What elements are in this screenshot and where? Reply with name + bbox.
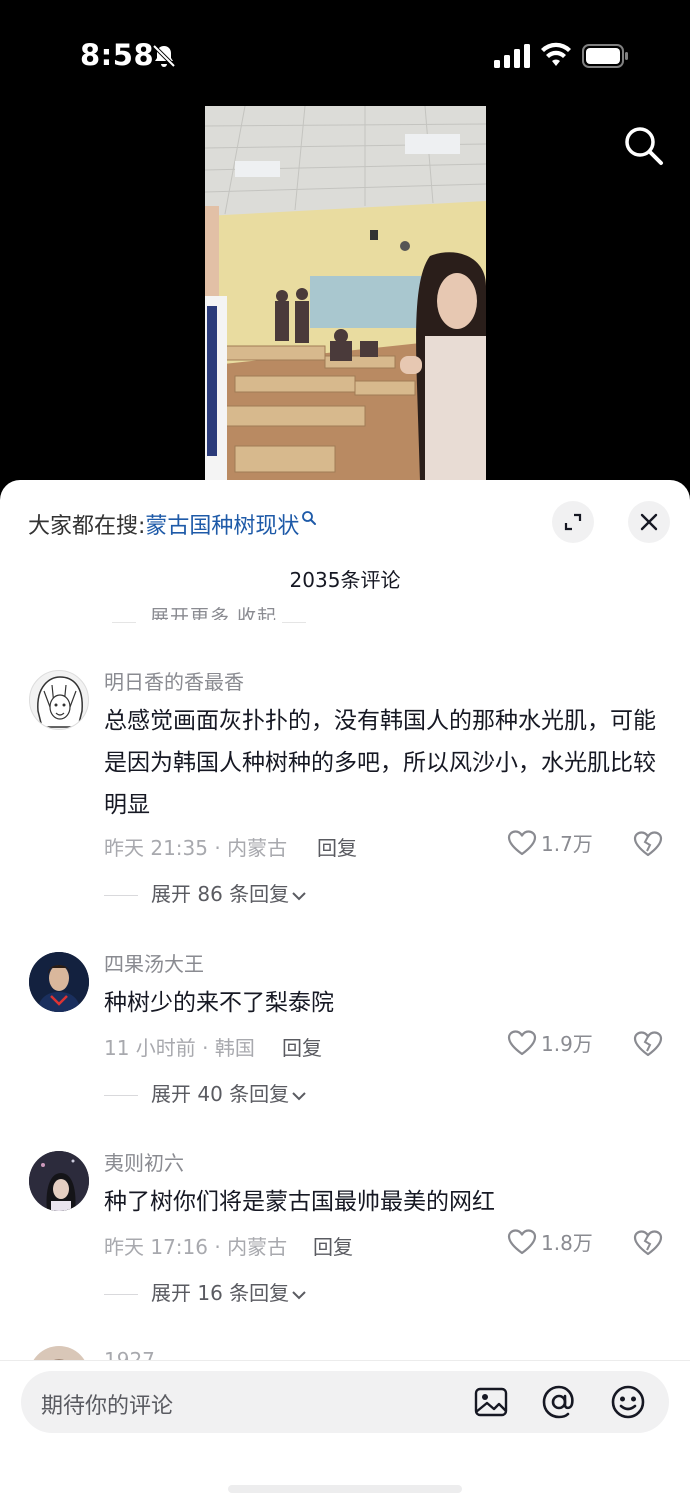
comment-username[interactable]: 明日香的香最香	[104, 666, 244, 695]
dislike-icon[interactable]	[633, 830, 663, 858]
reply-button[interactable]: 回复	[313, 1231, 353, 1260]
heart-icon	[507, 1228, 537, 1254]
reply-button[interactable]: 回复	[282, 1032, 322, 1061]
comment-meta: 昨天 21:35 · 内蒙古	[104, 836, 288, 860]
like-count: 1.8万	[541, 1231, 593, 1255]
wifi-icon	[541, 42, 571, 66]
chevron-down-icon	[292, 1091, 306, 1100]
hot-search-prefix: 大家都在搜:	[28, 514, 146, 539]
comment-text: 种了树你们将是蒙古国最帅最美的网红	[104, 1189, 495, 1215]
expand-replies-label: 展开 16 条回复	[151, 1281, 290, 1305]
comment-sheet: 大家都在搜:蒙古国种树现状 2035条评论 展开更多 收起 明日香的香最香 总感…	[0, 480, 690, 1500]
chevron-down-icon	[292, 1290, 306, 1299]
comment-meta: 11 小时前 · 韩国	[104, 1036, 255, 1060]
status-bar: 8:58	[0, 0, 690, 110]
comment-username[interactable]: 四果汤大王	[104, 948, 204, 977]
like-count: 1.7万	[541, 832, 593, 856]
status-time: 8:58	[80, 38, 155, 72]
divider	[104, 895, 138, 896]
heart-icon	[507, 1029, 537, 1055]
like-count: 1.9万	[541, 1032, 593, 1056]
expand-replies-button[interactable]: 展开 16 条回复	[104, 1277, 307, 1306]
search-small-icon	[302, 511, 317, 525]
comment-username[interactable]: 夷则初六	[104, 1147, 184, 1176]
close-icon	[640, 513, 658, 531]
chevron-down-icon	[292, 891, 306, 900]
dislike-icon[interactable]	[633, 1229, 663, 1257]
like-button[interactable]: 1.9万	[507, 1028, 593, 1057]
dislike-icon[interactable]	[633, 1030, 663, 1058]
close-button[interactable]	[628, 501, 670, 543]
comment-text: 种树少的来不了梨泰院	[104, 990, 334, 1016]
expand-replies-button[interactable]: 展开 86 条回复	[104, 878, 307, 907]
signal-icon	[494, 44, 530, 68]
heart-icon	[507, 829, 537, 855]
comment-meta: 昨天 17:16 · 内蒙古	[104, 1235, 288, 1259]
divider	[112, 622, 136, 623]
avatar[interactable]	[29, 670, 89, 730]
video-player[interactable]	[205, 106, 486, 481]
expand-replies-label: 展开 40 条回复	[151, 1082, 290, 1106]
bell-slash-icon	[152, 44, 176, 68]
expand-icon	[564, 513, 582, 531]
emoji-icon[interactable]	[610, 1384, 646, 1420]
like-button[interactable]: 1.7万	[507, 828, 593, 857]
expand-replies-label: 展开 86 条回复	[151, 882, 290, 906]
comment-count: 2035条评论	[289, 568, 401, 592]
avatar[interactable]	[29, 1151, 89, 1211]
collapsed-row-peek: 展开更多 收起	[150, 606, 278, 620]
comment-input-bar: 期待你的评论	[0, 1360, 690, 1500]
image-icon[interactable]	[473, 1384, 509, 1420]
at-icon[interactable]	[541, 1384, 577, 1420]
divider	[282, 622, 306, 623]
comment-text: 总感觉画面灰扑扑的，没有韩国人的那种水光肌，可能是因为韩国人种树种的多吧，所以风…	[104, 708, 656, 818]
home-indicator	[228, 1485, 462, 1493]
comment-input[interactable]: 期待你的评论	[21, 1371, 669, 1433]
fullscreen-button[interactable]	[552, 501, 594, 543]
divider	[104, 1294, 138, 1295]
search-icon[interactable]	[620, 122, 666, 168]
reply-button[interactable]: 回复	[317, 832, 357, 861]
hot-search-keyword[interactable]: 蒙古国种树现状	[145, 514, 299, 539]
expand-replies-button[interactable]: 展开 40 条回复	[104, 1078, 307, 1107]
battery-icon	[582, 44, 628, 68]
comment-input-placeholder: 期待你的评论	[41, 1394, 174, 1419]
divider	[104, 1095, 138, 1096]
video-thumbnail	[205, 106, 486, 481]
avatar[interactable]	[29, 952, 89, 1012]
like-button[interactable]: 1.8万	[507, 1227, 593, 1256]
hot-search[interactable]: 大家都在搜:蒙古国种树现状	[28, 508, 317, 540]
